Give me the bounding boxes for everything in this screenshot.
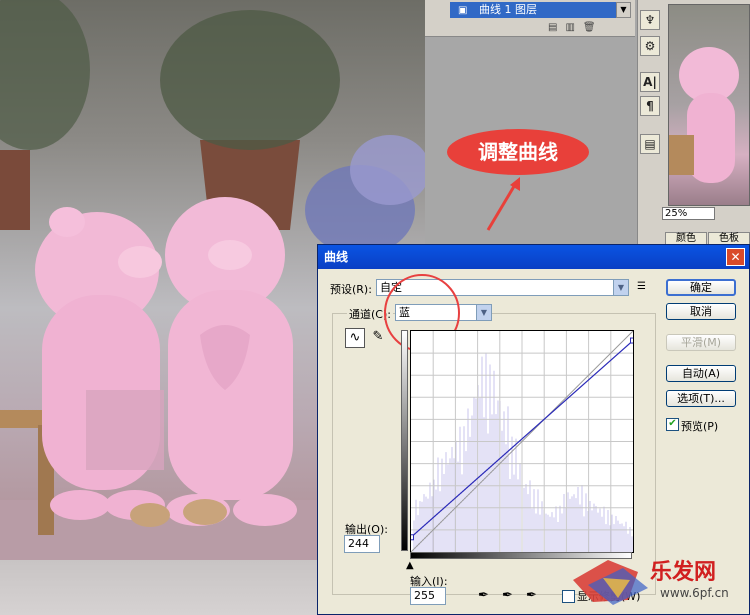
- cancel-button[interactable]: 取消: [666, 303, 736, 320]
- options-button[interactable]: 选项(T)...: [666, 390, 736, 407]
- dialog-title: 曲线: [318, 245, 749, 269]
- preset-label: 预设(R):: [330, 283, 372, 296]
- brush-tool-icon[interactable]: ♆: [640, 10, 660, 30]
- close-button[interactable]: ✕: [726, 248, 745, 266]
- layer-row[interactable]: ▣ 曲线 1 图层: [450, 2, 616, 18]
- annotation-arrow-icon: [486, 177, 520, 231]
- canvas-margin: [0, 560, 330, 615]
- auto-button[interactable]: 自动(A): [666, 365, 736, 382]
- input-field[interactable]: 255: [410, 587, 446, 605]
- preview-label: 预览(P): [681, 420, 719, 433]
- watermark-url: www.6pf.cn: [660, 586, 729, 600]
- chevron-down-icon: ▼: [613, 280, 628, 295]
- navigator-thumbnail[interactable]: [668, 4, 750, 206]
- curve-graph[interactable]: [410, 330, 634, 553]
- preset-options-icon[interactable]: ☰: [637, 281, 646, 292]
- gray-eyedropper-icon[interactable]: ✒: [502, 588, 513, 603]
- pencil-tool-icon[interactable]: ✎: [368, 328, 388, 348]
- watermark: 乐发网 www.6pf.cn: [568, 550, 750, 615]
- ok-button[interactable]: 确定: [666, 279, 736, 296]
- watermark-site: 乐发网: [650, 559, 717, 585]
- preview-checkbox[interactable]: ✔: [666, 418, 679, 431]
- type-A-icon[interactable]: A|: [640, 72, 660, 92]
- black-eyedropper-icon[interactable]: ✒: [478, 588, 489, 603]
- white-eyedropper-icon[interactable]: ✒: [526, 588, 537, 603]
- layers-scroll-down[interactable]: ▼: [616, 2, 631, 18]
- curve-control-point: [630, 337, 633, 344]
- layer-name: 曲线 1 图层: [478, 3, 537, 16]
- smooth-button[interactable]: 平滑(M): [666, 334, 736, 351]
- black-point-slider-icon[interactable]: ▲: [406, 560, 414, 571]
- paragraph-icon[interactable]: ¶: [640, 96, 660, 116]
- stamp-tool-icon[interactable]: ⚙: [640, 36, 660, 56]
- layer-action-icons[interactable]: ▤▥🗑: [548, 22, 604, 33]
- curve-point-tool-icon[interactable]: ∿: [345, 328, 365, 348]
- output-field[interactable]: 244: [344, 535, 380, 553]
- notes-icon[interactable]: ▤: [640, 134, 660, 154]
- chevron-down-icon: ▼: [476, 305, 491, 320]
- adjustment-layer-icon: ▣: [458, 5, 468, 16]
- annotation-bubble: 调整曲线: [447, 129, 589, 175]
- curve-control-point: [411, 534, 414, 541]
- output-gradient-bar: [401, 330, 408, 551]
- navigator-zoom-field[interactable]: 25%: [662, 207, 715, 220]
